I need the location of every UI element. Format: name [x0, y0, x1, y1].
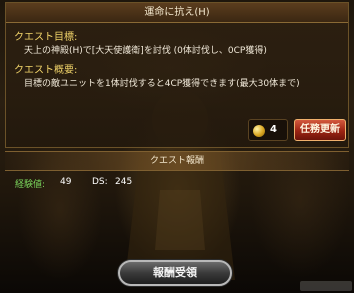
coin-icon — [253, 125, 265, 137]
summary-label: クエスト概要: — [14, 65, 78, 76]
summary-text: 目標の敵ユニットを1体討伐すると4CP獲得できます(最大30体まで) — [24, 79, 300, 89]
reward-title: クエスト報酬 — [5, 151, 349, 171]
quest-title: 運命に抗え(H) — [6, 3, 348, 23]
goal-text: 天上の神殿(H)で[大天使護衛]を討伐 (0体討伐し、0CP獲得) — [24, 46, 267, 56]
exp-label: 経験値: — [15, 180, 46, 190]
receive-reward-button[interactable]: 報酬受領 — [118, 260, 232, 286]
coin-count: 4 — [270, 124, 277, 135]
coin-counter: 4 — [248, 119, 288, 141]
exp-value: 49 — [60, 177, 72, 187]
goal-label: クエスト目標: — [14, 32, 78, 43]
watermark-logo — [300, 281, 352, 291]
renew-quest-button[interactable]: 任務更新 — [294, 119, 346, 141]
ds-value: 245 — [115, 177, 133, 187]
quest-panel: 運命に抗え(H) クエスト目標: 天上の神殿(H)で[大天使護衛]を討伐 (0体… — [5, 2, 349, 148]
ds-label: DS: — [92, 177, 108, 187]
